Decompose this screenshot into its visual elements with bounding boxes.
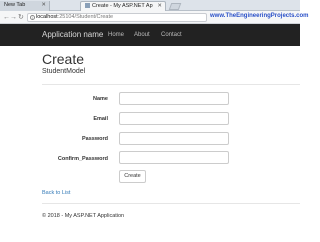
app-navbar: Application name Home About Contact [0, 24, 300, 46]
nav-link-contact[interactable]: Contact [161, 32, 182, 38]
browser-tab-new-tab[interactable]: New Tab ✕ [0, 1, 50, 11]
create-button[interactable]: Create [119, 170, 146, 183]
password-label: Password [42, 136, 108, 142]
page-title: Create [42, 51, 84, 67]
close-tab-icon[interactable]: ✕ [157, 3, 162, 9]
confirm-password-input[interactable] [119, 151, 229, 164]
browser-tab-bar: New Tab ✕ Create - My ASP.NET Ap ✕ [0, 0, 300, 11]
back-arrow-icon[interactable]: ← [3, 14, 10, 21]
name-input[interactable] [119, 92, 229, 105]
email-label: Email [42, 116, 108, 122]
url-path: :25104/Student/Create [58, 14, 113, 20]
nav-link-about[interactable]: About [134, 32, 150, 38]
tab-title: New Tab [4, 2, 25, 8]
address-bar[interactable]: i localhost:25104/Student/Create [27, 13, 207, 22]
brand-link[interactable]: Application name [42, 30, 103, 39]
name-label: Name [42, 96, 108, 102]
info-icon[interactable]: i [30, 15, 35, 20]
watermark-text: www.TheEngineeringProjects.com [210, 13, 308, 19]
url-host: localhost [36, 14, 58, 20]
divider [42, 84, 300, 85]
reload-icon[interactable]: ↻ [18, 14, 24, 21]
close-tab-icon[interactable]: ✕ [41, 2, 46, 8]
forward-arrow-icon[interactable]: → [10, 14, 17, 21]
new-tab-button[interactable] [169, 3, 182, 10]
browser-tab-create[interactable]: Create - My ASP.NET Ap ✕ [80, 1, 166, 11]
password-input[interactable] [119, 132, 229, 145]
back-to-list-link[interactable]: Back to List [42, 190, 70, 196]
browser-toolbar: ← → ↻ i localhost:25104/Student/Create w… [0, 11, 300, 24]
page-favicon-icon [85, 3, 90, 8]
footer-text: © 2018 - My ASP.NET Application [42, 213, 124, 219]
nav-link-home[interactable]: Home [108, 32, 124, 38]
page-subtitle: StudentModel [42, 68, 85, 75]
footer-divider [42, 203, 300, 204]
confirm-password-label: Confirm_Password [42, 156, 108, 162]
tab-title: Create - My ASP.NET Ap [92, 3, 153, 9]
email-input[interactable] [119, 112, 229, 125]
